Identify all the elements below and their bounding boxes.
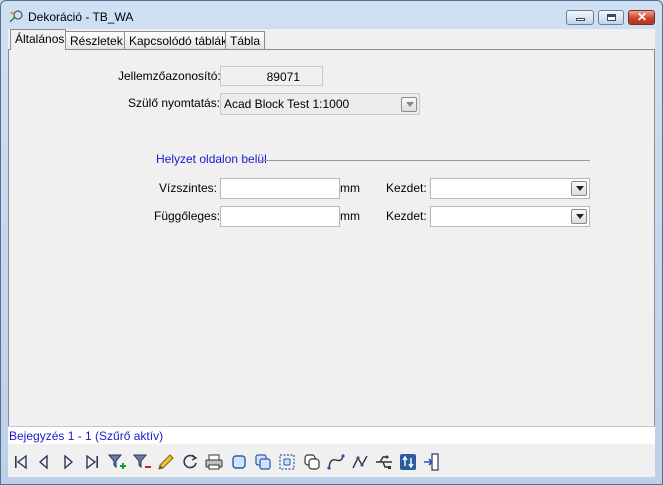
close-button[interactable]: ✕: [628, 10, 655, 25]
chevron-down-icon: [406, 102, 414, 107]
decoration-app-icon: [9, 9, 23, 23]
start-dropdown-button-2[interactable]: [571, 209, 587, 224]
tab-label: Részletek: [70, 34, 123, 48]
previous-record-button[interactable]: [34, 452, 54, 472]
filter-remove-icon: [132, 454, 151, 469]
connect-button[interactable]: [350, 452, 370, 472]
maximize-icon: [607, 14, 616, 21]
chevron-down-icon: [576, 186, 584, 191]
print-icon: [205, 454, 223, 470]
tab-label: Általános: [15, 32, 65, 46]
parent-print-value: Acad Block Test 1:1000: [224, 97, 350, 111]
tab-details[interactable]: Részletek: [65, 31, 125, 49]
remove-filter-button[interactable]: [132, 452, 152, 472]
tab-label: Kapcsolódó táblák: [129, 34, 228, 48]
select-area-button[interactable]: [277, 452, 297, 472]
network-button[interactable]: [374, 452, 394, 472]
select-area-icon: [279, 454, 295, 470]
add-filter-button[interactable]: [107, 452, 127, 472]
next-record-button[interactable]: [58, 452, 78, 472]
group-divider: [260, 160, 590, 161]
last-record-icon: [86, 454, 98, 470]
select-multiple-button[interactable]: [253, 452, 273, 472]
usb-network-icon: [376, 455, 392, 469]
start-label-1: Kezdet:: [386, 181, 427, 195]
record-status: Bejegyzés 1 - 1 (Szűrő aktív): [9, 429, 164, 443]
tab-label: Tábla: [230, 34, 261, 48]
feature-id-value: 89071: [266, 70, 300, 84]
tab-table[interactable]: Tábla: [225, 31, 265, 49]
horizontal-unit: mm: [340, 181, 360, 195]
close-icon: ✕: [637, 10, 648, 24]
start-combo-1[interactable]: [430, 178, 590, 199]
vertical-unit: mm: [340, 209, 360, 223]
minimize-icon: [576, 18, 585, 21]
copy-object-icon: [304, 454, 320, 470]
sort-updown-icon: [400, 454, 416, 470]
start-dropdown-button-1[interactable]: [571, 181, 587, 196]
window-title: Dekoráció - TB_WA: [28, 10, 134, 24]
tab-strip: Általános Részletek Kapcsolódó táblák Tá…: [8, 29, 655, 50]
maximize-button[interactable]: [598, 10, 624, 25]
copy-object-button[interactable]: [302, 452, 322, 472]
position-group-title: Helyzet oldalon belül: [156, 152, 267, 166]
title-bar[interactable]: Dekoráció - TB_WA ✕: [1, 1, 662, 29]
parent-print-combo[interactable]: Acad Block Test 1:1000: [220, 93, 420, 115]
exit-icon: [424, 453, 439, 471]
print-button[interactable]: [204, 452, 224, 472]
tab-related-tables[interactable]: Kapcsolódó táblák: [124, 31, 228, 49]
tab-general[interactable]: Általános: [10, 29, 66, 50]
horizontal-label: Vízszintes:: [159, 181, 218, 195]
exit-button[interactable]: [422, 452, 442, 472]
select-object-icon: [232, 455, 246, 469]
feature-id-label: Jellemzőazonosító:: [118, 69, 221, 83]
refresh-button[interactable]: [180, 452, 200, 472]
select-object-button[interactable]: [229, 452, 249, 472]
previous-record-icon: [38, 454, 48, 470]
record-toolbar: [8, 447, 655, 477]
first-record-button[interactable]: [11, 452, 31, 472]
horizontal-input[interactable]: [220, 178, 340, 199]
parent-print-dropdown-button[interactable]: [401, 97, 417, 112]
client-area: Általános Részletek Kapcsolódó táblák Tá…: [8, 29, 655, 477]
status-bar: Bejegyzés 1 - 1 (Szűrő aktív): [8, 426, 655, 444]
general-tab-panel: Jellemzőazonosító: 89071 Szülő nyomtatás…: [8, 49, 655, 427]
feature-id-field: 89071: [220, 66, 323, 86]
start-combo-2[interactable]: [430, 206, 590, 227]
connect-icon: [352, 455, 368, 469]
vertical-label: Függőleges:: [154, 209, 221, 223]
first-record-icon: [15, 454, 27, 470]
vertical-input[interactable]: [220, 206, 340, 227]
next-record-icon: [64, 454, 74, 470]
edit-button[interactable]: [156, 452, 176, 472]
route-icon: [327, 454, 345, 470]
refresh-icon: [183, 454, 198, 469]
last-record-button[interactable]: [82, 452, 102, 472]
route-button[interactable]: [326, 452, 346, 472]
application-window: Dekoráció - TB_WA ✕ Általános Részletek …: [0, 0, 663, 485]
parent-print-label: Szülő nyomtatás:: [128, 96, 221, 110]
sort-button[interactable]: [398, 452, 418, 472]
start-label-2: Kezdet:: [386, 209, 427, 223]
chevron-down-icon: [576, 214, 584, 219]
minimize-button[interactable]: [566, 10, 594, 25]
filter-add-icon: [107, 454, 126, 469]
edit-pencil-icon: [158, 454, 174, 470]
select-multiple-icon: [255, 454, 271, 470]
